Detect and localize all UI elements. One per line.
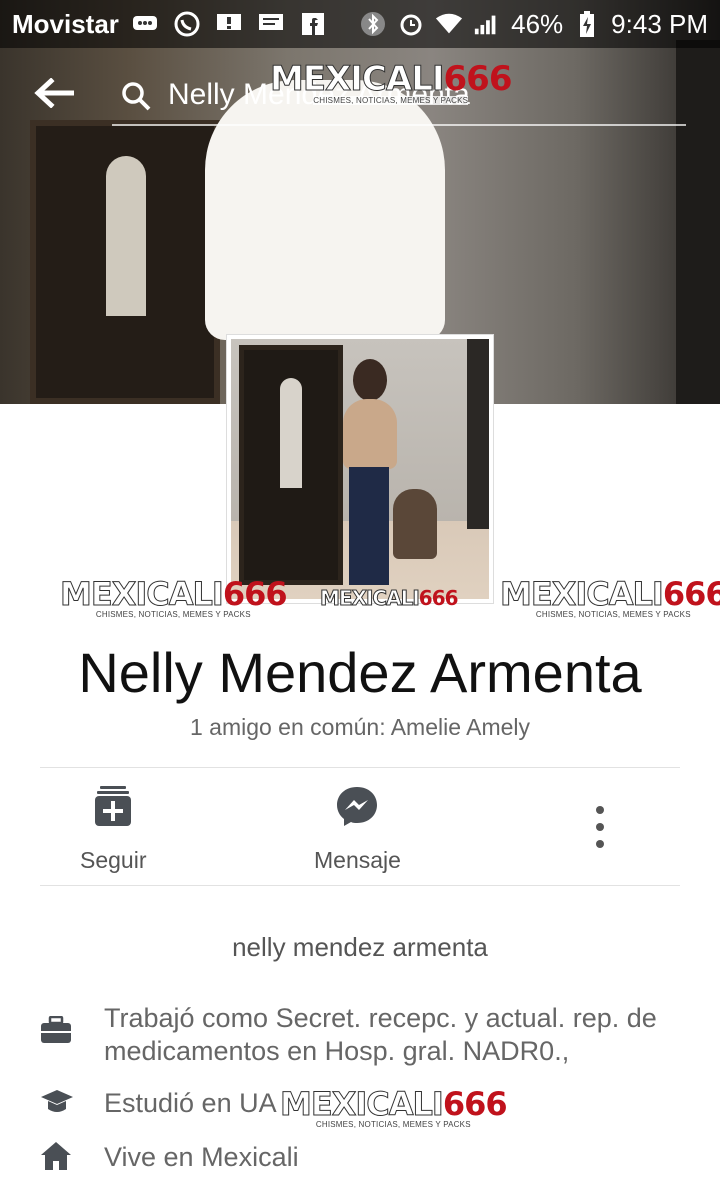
watermark-tagline: CHISMES, NOTICIAS, MEMES Y PACKS <box>313 96 469 105</box>
back-arrow-icon[interactable] <box>34 77 75 109</box>
messenger-icon <box>336 786 378 831</box>
carrier-label: Movistar <box>12 8 119 39</box>
location-text: Vive en Mexicali <box>104 1142 299 1172</box>
home-icon <box>40 1141 72 1173</box>
watermark-left: MEXICALI666 CHISMES, NOTICIAS, MEMES Y P… <box>60 575 288 619</box>
chat-notification-icon <box>131 12 159 36</box>
follow-icon <box>94 786 132 831</box>
watermark-number: 666 <box>443 59 513 99</box>
message-button[interactable]: Mensaje <box>314 786 401 874</box>
watermark-tagline: CHISMES, NOTICIAS, MEMES Y PACKS <box>95 610 251 619</box>
clock: 9:43 PM <box>611 8 708 39</box>
profile-person-body <box>343 399 397 469</box>
status-bar: Movistar 46% 9:43 PM <box>0 0 720 48</box>
watermark-number: 666 <box>442 1085 508 1123</box>
signal-icon <box>473 12 501 36</box>
follow-label: Seguir <box>80 847 147 873</box>
battery-charging-icon <box>573 11 601 37</box>
watermark-brand: MEXICALI <box>280 1085 445 1123</box>
watermark-bottom: MEXICALI666 CHISMES, NOTICIAS, MEMES Y P… <box>280 1085 508 1129</box>
message-icon <box>257 12 285 36</box>
watermark-top: MEXICALI666 CHISMES, NOTICIAS, MEMES Y P… <box>270 62 512 105</box>
search-icon <box>120 80 152 112</box>
profile-door <box>239 345 343 585</box>
bluetooth-icon <box>359 12 387 36</box>
profile-name: Nelly Mendez Armenta <box>78 641 642 704</box>
profile-person-legs <box>349 467 389 585</box>
battery-percent: 46% <box>511 8 564 39</box>
watermark-number: 666 <box>222 575 288 613</box>
watermark-center: MEXICALI666 <box>320 586 459 610</box>
whatsapp-icon <box>173 11 201 37</box>
follow-button[interactable]: Seguir <box>80 786 146 874</box>
profile-picture[interactable] <box>226 334 494 604</box>
divider-bottom <box>40 885 680 886</box>
divider-top <box>40 767 680 768</box>
work-text: Trabajó como Secret. recepc. y actual. r… <box>104 1003 657 1066</box>
alert-message-icon <box>215 12 243 36</box>
facebook-icon <box>299 12 327 36</box>
intro-name: nelly mendez armenta <box>232 932 488 962</box>
message-label: Mensaje <box>314 847 401 873</box>
graduation-cap-icon <box>40 1087 73 1119</box>
watermark-brand: MEXICALI <box>60 575 225 613</box>
watermark-number: 666 <box>662 575 720 613</box>
briefcase-icon <box>40 1015 72 1048</box>
work-info[interactable]: Trabajó como Secret. recepc. y actual. r… <box>40 1002 664 1068</box>
watermark-brand: MEXICALI <box>500 575 665 613</box>
profile-plant-pot <box>393 489 437 559</box>
watermark-tagline: CHISMES, NOTICIAS, MEMES Y PACKS <box>315 1120 471 1129</box>
cover-door <box>30 120 220 404</box>
watermark-brand: MEXICALI <box>320 586 421 610</box>
watermark-brand: MEXICALI <box>270 59 446 99</box>
profile-person-head <box>353 359 387 401</box>
watermark-tagline: CHISMES, NOTICIAS, MEMES Y PACKS <box>535 610 691 619</box>
more-options-icon[interactable] <box>588 806 612 848</box>
location-info[interactable]: Vive en Mexicali <box>40 1141 664 1174</box>
watermark-right: MEXICALI666 CHISMES, NOTICIAS, MEMES Y P… <box>500 578 720 619</box>
search-underline <box>112 124 686 126</box>
mutual-friends-link[interactable]: 1 amigo en común: Amelie Amely <box>0 714 720 741</box>
wifi-icon <box>435 12 463 36</box>
alarm-icon <box>397 12 425 36</box>
profile-window <box>467 339 489 529</box>
watermark-number: 666 <box>418 586 459 610</box>
